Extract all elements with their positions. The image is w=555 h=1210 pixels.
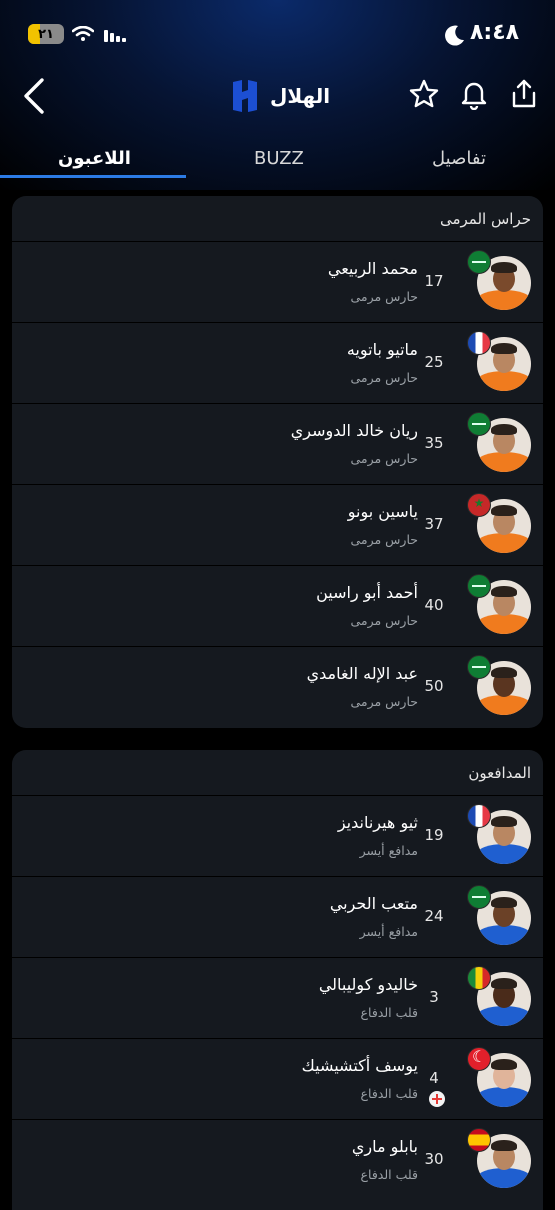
player-row[interactable]: 4 يوسف أكتشيشيك قلب الدفاع (12, 1039, 543, 1120)
star-icon[interactable] (408, 78, 440, 110)
player-row[interactable]: 19 ثيو هيرنانديز مدافع أيسر (12, 796, 543, 877)
signal-icon (104, 30, 126, 42)
player-number: 4 (429, 1069, 439, 1087)
saudi-arabia-flag-icon (467, 655, 491, 679)
bell-icon[interactable] (458, 78, 490, 110)
player-number: 25 (424, 353, 444, 371)
injury-icon (429, 1091, 445, 1107)
player-row[interactable]: 37 ياسين بونو حارس مرمى (12, 485, 543, 566)
chevron-left-icon[interactable] (18, 76, 52, 116)
saudi-arabia-flag-icon (467, 574, 491, 598)
player-number: 37 (424, 515, 444, 533)
page-title: الهلال (270, 84, 331, 108)
status-time: ٨:٤٨ (470, 20, 520, 45)
tab-players[interactable]: اللاعبون (58, 148, 131, 169)
player-name: خاليدو كوليبالي (318, 975, 418, 994)
player-position: مدافع أيسر (359, 843, 418, 858)
player-position: حارس مرمى (350, 370, 418, 385)
player-name: متعب الحربي (329, 894, 418, 913)
battery-level: ٢١ (38, 26, 54, 42)
player-name: عبد الإله الغامدي (306, 664, 418, 683)
player-name: ياسين بونو (347, 502, 418, 521)
player-number: 30 (424, 1150, 444, 1168)
section-title: المدافعون (12, 750, 543, 796)
morocco-flag-icon (467, 493, 491, 517)
player-number: 40 (424, 596, 444, 614)
tab-buzz[interactable]: BUZZ (254, 148, 304, 169)
player-name: يوسف أكتشيشيك (301, 1056, 418, 1075)
section-title: حراس المرمى (12, 196, 543, 242)
player-position: حارس مرمى (350, 289, 418, 304)
section-defenders: المدافعون 19 ثيو هيرنانديز مدافع أيسر 24… (12, 750, 543, 1210)
club-title: الهلال (230, 78, 330, 114)
player-number: 19 (424, 826, 444, 844)
active-tab-indicator (0, 175, 186, 178)
player-position: مدافع أيسر (359, 924, 418, 939)
player-row[interactable]: 3 خاليدو كوليبالي قلب الدفاع (12, 958, 543, 1039)
player-row[interactable]: 25 ماتيو باتويه حارس مرمى (12, 323, 543, 404)
club-logo (233, 80, 257, 112)
player-position: حارس مرمى (350, 451, 418, 466)
player-name: بابلو ماري (351, 1137, 418, 1156)
senegal-flag-icon (467, 966, 491, 990)
player-number: 35 (424, 434, 444, 452)
player-number: 24 (424, 907, 444, 925)
battery-icon: ٢١ (28, 24, 64, 44)
player-name: ثيو هيرنانديز (337, 813, 418, 832)
player-position: حارس مرمى (350, 532, 418, 547)
player-row[interactable]: 30 بابلو ماري قلب الدفاع (12, 1120, 543, 1201)
player-number: 17 (424, 272, 444, 290)
tab-bar: تفاصيل BUZZ اللاعبون (0, 140, 555, 180)
player-name: ريان خالد الدوسري (290, 421, 418, 440)
player-number: 50 (424, 677, 444, 695)
player-name: أحمد أبو راسين (316, 583, 418, 602)
spain-flag-icon (467, 1128, 491, 1152)
saudi-arabia-flag-icon (467, 885, 491, 909)
player-position: حارس مرمى (350, 613, 418, 628)
player-position: قلب الدفاع (360, 1086, 418, 1101)
top-nav: الهلال (0, 70, 555, 130)
share-icon[interactable] (508, 78, 540, 110)
player-position: قلب الدفاع (360, 1005, 418, 1020)
saudi-arabia-flag-icon (467, 412, 491, 436)
player-row[interactable]: 35 ريان خالد الدوسري حارس مرمى (12, 404, 543, 485)
turkey-flag-icon (467, 1047, 491, 1071)
france-flag-icon (467, 804, 491, 828)
status-bar: ٢١ ٨:٤٨ (0, 0, 555, 70)
player-row[interactable]: 24 متعب الحربي مدافع أيسر (12, 877, 543, 958)
section-goalkeepers: حراس المرمى 17 محمد الربيعي حارس مرمى 25… (12, 196, 543, 728)
player-row[interactable]: 50 عبد الإله الغامدي حارس مرمى (12, 647, 543, 728)
moon-icon (445, 25, 464, 46)
player-row[interactable]: 17 محمد الربيعي حارس مرمى (12, 242, 543, 323)
tab-details[interactable]: تفاصيل (432, 148, 486, 169)
player-name: ماتيو باتويه (346, 340, 418, 359)
france-flag-icon (467, 331, 491, 355)
player-position: قلب الدفاع (360, 1167, 418, 1182)
player-row[interactable]: 40 أحمد أبو راسين حارس مرمى (12, 566, 543, 647)
player-position: حارس مرمى (350, 694, 418, 709)
wifi-icon (72, 26, 94, 41)
saudi-arabia-flag-icon (467, 250, 491, 274)
player-number: 3 (429, 988, 439, 1006)
player-name: محمد الربيعي (327, 259, 418, 278)
